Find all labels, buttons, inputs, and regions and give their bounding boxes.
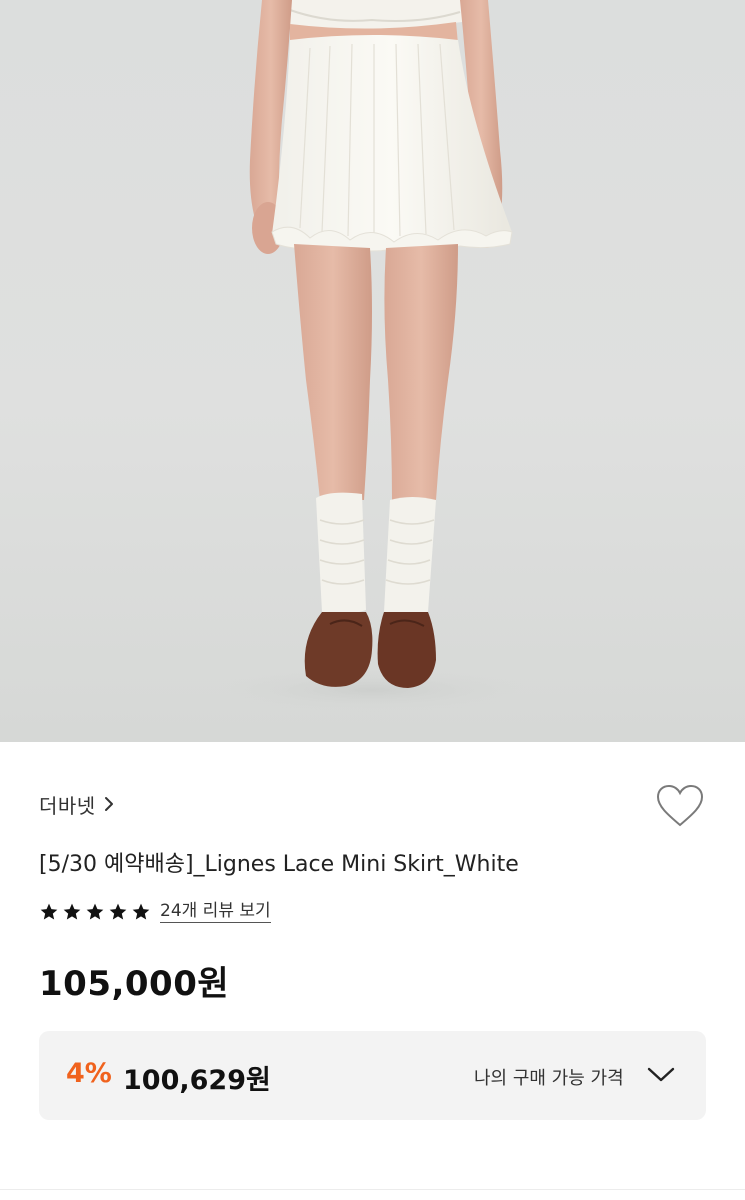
- star-icon: [132, 903, 150, 920]
- discounted-price: 100,629원: [123, 1065, 271, 1096]
- brand-link[interactable]: 더바넷: [39, 789, 114, 819]
- benefit-price-box[interactable]: 4% 100,629원 나의 구매 가능 가격: [39, 1031, 706, 1120]
- product-photo-illustration: [212, 0, 532, 712]
- star-icon: [109, 903, 127, 920]
- review-link[interactable]: 24개 리뷰 보기: [160, 901, 271, 923]
- product-info: 더바넷 [5/30 예약배송]_Lignes Lace Mini Skirt_W…: [0, 742, 745, 1200]
- product-photo[interactable]: [0, 0, 745, 742]
- star-icon: [86, 903, 104, 920]
- product-price: 105,000원: [39, 964, 230, 1004]
- chevron-right-icon: [104, 796, 114, 812]
- product-title: [5/30 예약배송]_Lignes Lace Mini Skirt_White: [39, 852, 519, 877]
- wishlist-heart-button[interactable]: [654, 782, 706, 830]
- star-rating: [39, 902, 151, 922]
- chevron-down-icon[interactable]: [646, 1064, 676, 1086]
- benefit-label: 나의 구매 가능 가격: [474, 1068, 624, 1089]
- divider: [0, 1189, 745, 1190]
- heart-outline-icon: [656, 784, 704, 827]
- discount-rate: 4%: [66, 1058, 112, 1089]
- brand-name: 더바넷: [39, 793, 96, 818]
- star-icon: [40, 903, 58, 920]
- star-icon: [63, 903, 81, 920]
- rating-row: 24개 리뷰 보기: [39, 899, 271, 925]
